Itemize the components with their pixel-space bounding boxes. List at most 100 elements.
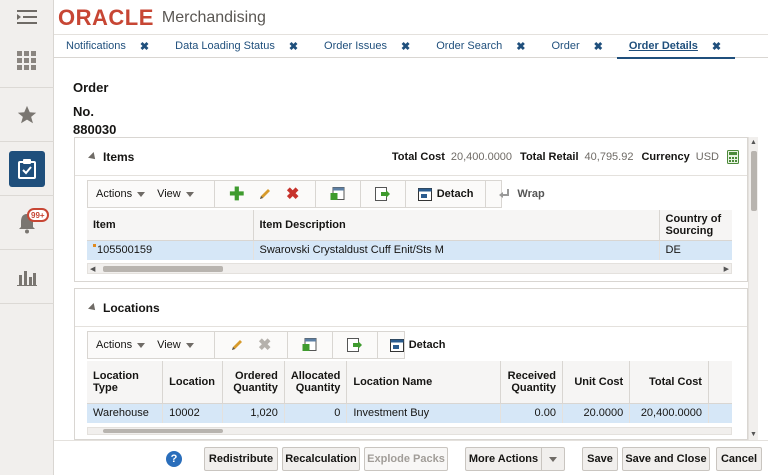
locations-table-header: Location Type Location Ordered Quantity …	[87, 361, 732, 404]
tasks-tile	[9, 150, 45, 187]
edit-pencil-icon[interactable]	[229, 337, 245, 353]
scroll-left-icon[interactable]: ◀	[90, 265, 95, 273]
scroll-thumb[interactable]	[751, 151, 757, 211]
column-header-received-quantity[interactable]: Received Quantity	[500, 361, 563, 404]
actions-menu[interactable]: Actions	[96, 188, 146, 200]
collapse-triangle-icon[interactable]	[88, 302, 98, 313]
total-retail-label: Total Retail	[520, 151, 579, 163]
order-number: 880030	[73, 122, 117, 137]
close-icon[interactable]: ✖	[401, 40, 410, 53]
column-header-item[interactable]: Item	[87, 210, 254, 241]
column-header-ordered-quantity[interactable]: Ordered Quantity	[222, 361, 285, 404]
save-button[interactable]: Save	[582, 447, 618, 471]
scroll-right-icon[interactable]: ▶	[724, 265, 729, 273]
actions-menu[interactable]: Actions	[96, 339, 146, 351]
grid-icon	[17, 50, 36, 70]
unit-cost-cell: 20.0000	[562, 403, 631, 423]
detach-label: Detach	[436, 188, 474, 200]
rail-item-tasks[interactable]	[0, 142, 54, 196]
table-row[interactable]: 105500159 Swarovski Crystaldust Cuff Eni…	[87, 240, 732, 260]
table-row[interactable]: Warehouse 10002 1,020 0 Investment Buy 0…	[87, 403, 732, 423]
tab-notifications[interactable]: Notifications ✖	[54, 35, 163, 58]
location-cell: 10002	[162, 403, 224, 423]
menu-toggle-button[interactable]	[0, 0, 54, 34]
detach-label: Detach	[408, 339, 446, 351]
locations-panel-header[interactable]: Locations	[75, 289, 747, 327]
actions-menu-label: Actions	[96, 188, 133, 200]
edit-pencil-icon[interactable]	[257, 186, 273, 202]
spreadsheet-icon[interactable]	[330, 186, 346, 202]
items-horizontal-scrollbar[interactable]: ◀ ▶	[87, 263, 732, 274]
collapse-triangle-icon[interactable]	[88, 151, 98, 162]
wrap-button[interactable]: Wrap	[498, 188, 545, 200]
scroll-thumb[interactable]	[103, 266, 223, 272]
items-import-section	[361, 180, 406, 208]
scroll-down-icon[interactable]: ▼	[750, 431, 757, 438]
tab-data-loading-status[interactable]: Data Loading Status ✖	[163, 35, 312, 58]
oracle-logo[interactable]: ORACLE	[58, 5, 154, 31]
item-cell: 105500159	[87, 240, 254, 260]
locations-toolbar: Actions View ✖ Detach	[87, 331, 445, 359]
add-icon[interactable]: ✚	[229, 184, 245, 204]
column-header-item-description[interactable]: Item Description	[253, 210, 660, 241]
column-header-unit-cost[interactable]: Unit Cost	[562, 361, 631, 404]
main-content: Order No. 880030 Items Total Cost 20,400…	[54, 59, 768, 475]
help-icon[interactable]: ?	[166, 451, 182, 467]
chevron-down-icon	[137, 191, 146, 197]
tab-label: Order Search	[436, 40, 503, 52]
page-vertical-scrollbar[interactable]: ▲ ▼	[748, 137, 758, 440]
column-header-allocated-quantity[interactable]: Allocated Quantity	[284, 361, 348, 404]
detach-button[interactable]: Detach	[389, 338, 446, 352]
spreadsheet-icon[interactable]	[302, 337, 318, 353]
detach-button[interactable]: Detach	[417, 187, 474, 201]
locations-panel: Locations Actions View ✖ Detach Location…	[74, 288, 748, 440]
export-arrow-icon[interactable]	[347, 337, 363, 353]
redistribute-button[interactable]: Redistribute	[204, 447, 278, 471]
locations-horizontal-scrollbar[interactable]	[87, 427, 732, 435]
close-icon[interactable]: ✖	[140, 40, 149, 53]
scroll-up-icon[interactable]: ▲	[750, 139, 757, 146]
rail-item-notifications[interactable]: 99+	[0, 196, 54, 250]
close-icon[interactable]: ✖	[594, 40, 603, 53]
tab-order-search[interactable]: Order Search ✖	[424, 35, 539, 58]
app-header: ORACLE Merchandising	[58, 4, 266, 32]
recalculation-button[interactable]: Recalculation	[282, 447, 360, 471]
locations-panel-title: Locations	[103, 300, 160, 315]
column-header-location-name[interactable]: Location Name	[346, 361, 501, 404]
items-toolbar: Actions View ✚ ✖ Detach Wrap	[87, 180, 545, 208]
save-and-close-button[interactable]: Save and Close	[622, 447, 710, 471]
close-icon[interactable]: ✖	[516, 40, 525, 53]
more-actions-button[interactable]: More Actions	[465, 447, 541, 471]
close-icon[interactable]: ✖	[289, 40, 298, 53]
tab-order-details[interactable]: Order Details ✖	[616, 35, 736, 59]
delete-icon[interactable]: ✖	[257, 337, 273, 354]
product-name: Merchandising	[161, 9, 266, 26]
flag-marker-icon	[93, 244, 96, 248]
column-header-location[interactable]: Location	[162, 361, 224, 404]
rail-item-favorites[interactable]	[0, 88, 54, 142]
column-header-country[interactable]: Country of Sourcing	[659, 210, 732, 241]
rail-item-apps[interactable]	[0, 34, 54, 88]
currency-value: USD	[695, 151, 719, 163]
tab-label: Notifications	[66, 40, 126, 52]
page-title-no: No.	[73, 104, 94, 119]
currency-label: Currency	[641, 151, 690, 163]
cancel-button[interactable]: Cancel	[716, 447, 762, 471]
explode-packs-button[interactable]: Explode Packs	[364, 447, 448, 471]
view-menu[interactable]: View	[157, 188, 194, 200]
rail-item-reports[interactable]	[0, 250, 54, 304]
export-arrow-icon[interactable]	[375, 186, 391, 202]
tab-order-issues[interactable]: Order Issues ✖	[312, 35, 424, 58]
column-header-location-type[interactable]: Location Type	[87, 361, 164, 404]
close-icon[interactable]: ✖	[712, 40, 721, 53]
delete-icon[interactable]: ✖	[285, 186, 301, 203]
tab-order[interactable]: Order ✖	[539, 35, 616, 58]
country-cell: DE	[659, 240, 732, 260]
column-header-total-cost[interactable]: Total Cost	[629, 361, 709, 404]
tab-label: Order	[551, 40, 580, 52]
nav-rail: 99+	[0, 0, 54, 475]
more-actions-dropdown[interactable]	[541, 447, 565, 471]
scroll-thumb[interactable]	[103, 429, 223, 433]
view-menu[interactable]: View	[157, 339, 194, 351]
calculator-icon[interactable]	[727, 150, 739, 164]
